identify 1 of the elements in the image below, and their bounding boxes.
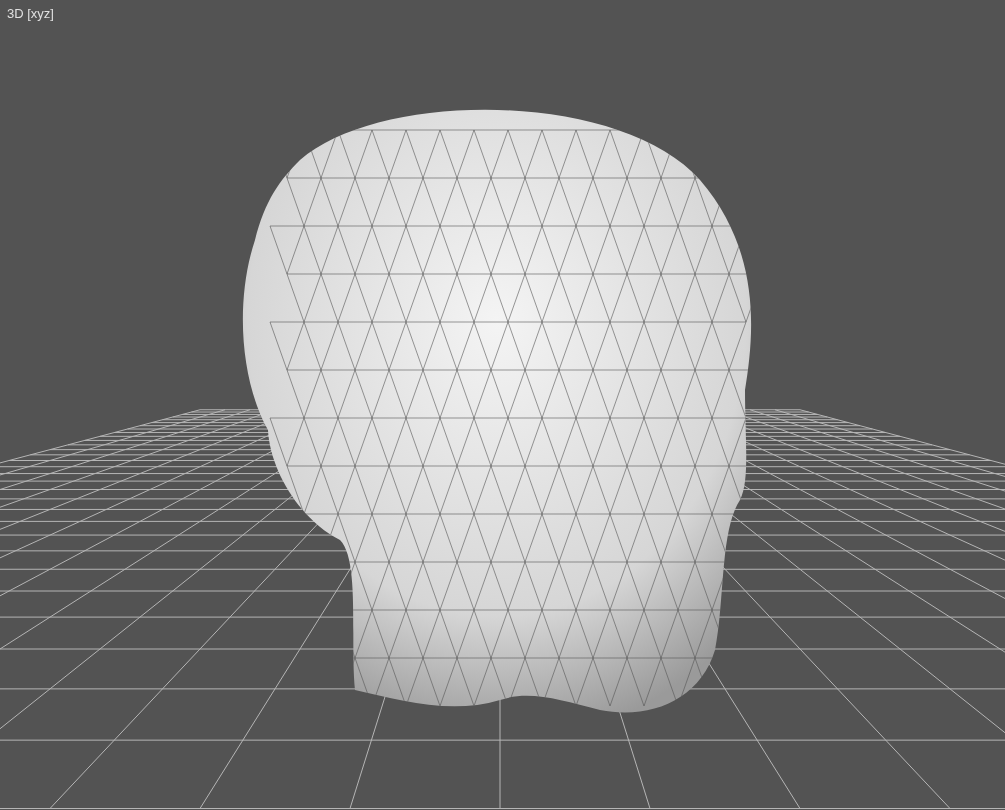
viewport-label: 3D [xyz]	[7, 5, 54, 23]
